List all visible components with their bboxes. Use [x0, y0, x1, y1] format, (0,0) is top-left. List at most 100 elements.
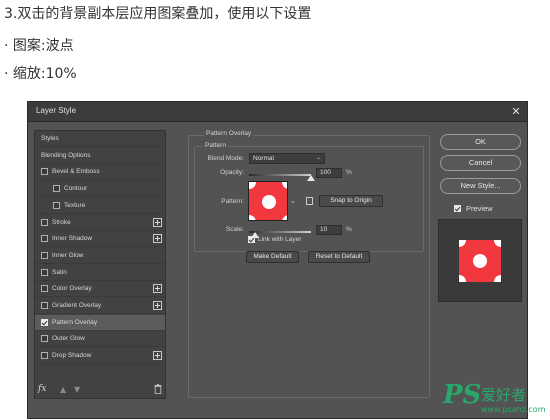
style-checkbox[interactable] [41, 285, 48, 293]
tutorial-step-text: 3.双击的背景副本层应用图案叠加，使用以下设置 [4, 6, 312, 22]
tutorial-bullet-pattern: · 图案:波点 [4, 38, 74, 54]
style-item[interactable]: Gradient Overlay [35, 298, 165, 314]
style-item-label: Texture [64, 201, 86, 209]
style-item[interactable]: Bevel & Emboss [35, 164, 165, 181]
close-icon[interactable]: ✕ [508, 104, 524, 119]
watermark-name: 爱好者 [481, 386, 527, 404]
make-default-button[interactable]: Make Default [246, 251, 299, 263]
link-with-layer-check[interactable] [248, 236, 255, 243]
layer-style-dialog: Layer Style ✕ Styles Blending Options Beve… [27, 101, 528, 419]
add-style-icon[interactable] [153, 234, 162, 244]
preview-label: Preview [466, 204, 493, 213]
chevron-down-icon: ⌄ [315, 155, 321, 161]
opacity-label: Opacity: [220, 169, 244, 176]
pattern-picker-chevron-icon[interactable]: ⌄ [290, 197, 296, 205]
style-item[interactable]: Stroke [35, 215, 165, 231]
style-item-label: Gradient Overlay [52, 302, 102, 309]
trash-icon[interactable] [154, 384, 162, 394]
style-item-label: Satin [52, 268, 67, 276]
dialog-title: Layer Style [36, 106, 77, 115]
style-item[interactable]: Blending Options [35, 148, 165, 164]
move-up-icon[interactable]: ▲ [60, 385, 66, 394]
move-down-icon[interactable]: ▼ [74, 385, 80, 394]
opacity-input[interactable]: 100 [316, 168, 342, 178]
style-preview [438, 219, 522, 302]
pattern-overlay-title: Pattern Overlay [204, 130, 254, 137]
style-checkbox[interactable] [41, 318, 48, 326]
style-item[interactable]: Pattern Overlay [35, 314, 165, 331]
watermark-ps: PS [443, 380, 482, 410]
new-style-button[interactable]: New Style... [440, 178, 521, 194]
new-pattern-icon[interactable] [306, 197, 313, 205]
style-item[interactable]: Color Overlay [35, 281, 165, 298]
pattern-dot [262, 195, 276, 209]
opacity-unit: % [346, 169, 352, 176]
style-item[interactable]: Drop Shadow [35, 348, 165, 365]
preview-dot [473, 254, 487, 268]
scale-input[interactable]: 10 [316, 225, 342, 235]
link-with-layer-label: Link with Layer [258, 236, 302, 243]
style-item-label: Pattern Overlay [52, 318, 98, 326]
style-item-label: Color Overlay [52, 285, 92, 293]
style-item-label: Stroke [52, 218, 71, 226]
styles-list: Styles Blending Options Bevel & Emboss Cont… [34, 130, 166, 399]
style-item-label: Inner Glow [52, 251, 84, 259]
reset-to-default-button[interactable]: Reset to Default [308, 251, 370, 263]
style-item[interactable]: Styles [35, 131, 165, 147]
pattern-label: Pattern: [221, 198, 244, 205]
cancel-button[interactable]: Cancel [440, 155, 521, 171]
style-item[interactable]: Outer Glow [35, 331, 165, 348]
style-item[interactable]: Inner Shadow [35, 231, 165, 248]
style-item-label: Bevel & Emboss [52, 168, 100, 176]
tutorial-bullet-scale: · 缩放:10% [4, 66, 77, 82]
style-item[interactable]: Texture [35, 198, 165, 214]
scale-unit: % [346, 226, 352, 233]
pattern-dot [282, 215, 287, 220]
opacity-slider-thumb[interactable] [307, 175, 315, 181]
style-checkbox[interactable] [41, 268, 48, 276]
fx-icon[interactable]: fx [38, 384, 46, 394]
blend-mode-value: Normal [253, 155, 274, 162]
ok-button[interactable]: OK [440, 134, 521, 150]
pattern-swatch[interactable] [248, 181, 288, 221]
style-item-label: Outer Glow [52, 335, 85, 343]
style-item-label: Blending Options [41, 151, 91, 159]
style-item-label: Contour [64, 185, 88, 193]
pattern-dot [249, 182, 256, 189]
preview-dot [459, 275, 466, 282]
preview-dot [494, 275, 501, 282]
add-style-icon[interactable] [153, 351, 162, 361]
preview-dot [459, 240, 466, 247]
scale-label: Scale: [225, 226, 244, 233]
style-checkbox[interactable] [41, 235, 48, 243]
dialog-titlebar[interactable]: Layer Style ✕ [28, 102, 527, 122]
site-watermark: PS 爱好者 www.psahz.com [443, 380, 547, 418]
style-item[interactable]: Contour [35, 181, 165, 198]
watermark-url: www.psahz.com [481, 405, 546, 414]
add-style-icon[interactable] [153, 284, 162, 294]
style-checkbox[interactable] [41, 251, 48, 259]
style-checkbox[interactable] [41, 218, 48, 226]
add-style-icon[interactable] [153, 217, 162, 227]
style-item-label: Drop Shadow [52, 352, 92, 360]
style-checkbox[interactable] [53, 201, 60, 209]
style-checkbox[interactable] [41, 352, 48, 360]
pattern-dot [249, 215, 256, 220]
style-checkbox[interactable] [41, 168, 48, 176]
snap-to-origin-button[interactable]: Snap to Origin [319, 195, 383, 207]
preview-dot [494, 240, 501, 247]
blend-mode-label: Blend Mode: [207, 155, 245, 162]
blend-mode-select[interactable]: Normal ⌄ [249, 153, 325, 164]
preview-check[interactable] [454, 205, 461, 212]
style-checkbox[interactable] [41, 302, 48, 309]
pattern-dot [282, 182, 287, 189]
preview-swatch [459, 240, 501, 282]
style-item[interactable]: Satin [35, 265, 165, 281]
style-checkbox[interactable] [53, 185, 60, 193]
style-item[interactable]: Inner Glow [35, 248, 165, 264]
style-checkbox[interactable] [41, 335, 48, 343]
pattern-subgroup-title: Pattern [203, 142, 228, 149]
opacity-slider[interactable] [249, 174, 311, 176]
style-item-label: Inner Shadow [52, 235, 93, 243]
add-style-icon[interactable] [153, 301, 162, 310]
